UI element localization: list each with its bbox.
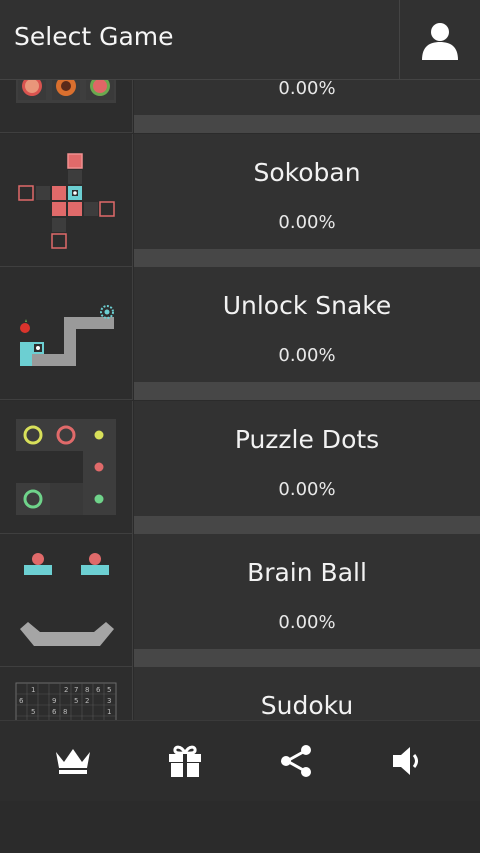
game-thumbnail xyxy=(0,80,133,133)
svg-text:7: 7 xyxy=(74,686,78,694)
sokoban-thumbnail-art xyxy=(18,153,115,249)
game-progress-text: 0.00% xyxy=(278,479,336,500)
sudoku-thumbnail-art: 127 865 695 23 568 1 xyxy=(15,682,117,720)
svg-text:8: 8 xyxy=(63,708,67,716)
svg-text:8: 8 xyxy=(85,686,89,694)
svg-text:2: 2 xyxy=(64,686,68,694)
svg-text:9: 9 xyxy=(52,697,56,705)
game-row-brain-ball[interactable]: Brain Ball 0.00% xyxy=(0,534,480,667)
game-list[interactable]: 0.00% Sokoban 0.00% Unlock Snake 0.00% P… xyxy=(0,80,480,720)
game-progress-bar xyxy=(134,249,480,267)
game-name: Brain Ball xyxy=(247,558,367,587)
gift-button[interactable] xyxy=(145,721,225,801)
game-thumbnail: 127 865 695 23 568 1 xyxy=(0,667,133,720)
game-progress-bar xyxy=(134,516,480,534)
game-row-unlock-snake[interactable]: Unlock Snake 0.00% xyxy=(0,267,480,400)
svg-text:1: 1 xyxy=(107,708,111,716)
svg-text:1: 1 xyxy=(31,686,35,694)
svg-text:2: 2 xyxy=(85,697,89,705)
game-name: Sudoku xyxy=(260,691,354,720)
svg-text:6: 6 xyxy=(96,686,101,694)
svg-text:6: 6 xyxy=(19,697,24,705)
game-row-fruit[interactable]: 0.00% xyxy=(0,80,480,133)
game-row-sokoban[interactable]: Sokoban 0.00% xyxy=(0,134,480,267)
game-thumbnail xyxy=(0,134,133,267)
game-row-puzzle-dots[interactable]: Puzzle Dots 0.00% xyxy=(0,401,480,534)
sound-button[interactable] xyxy=(367,721,447,801)
game-name: Unlock Snake xyxy=(222,291,392,320)
svg-text:5: 5 xyxy=(31,708,35,716)
top-bar: Select Game xyxy=(0,0,480,80)
game-name: Sokoban xyxy=(253,158,361,187)
game-info: Sokoban 0.00% xyxy=(134,134,480,267)
game-info: Puzzle Dots 0.00% xyxy=(134,401,480,534)
svg-text:3: 3 xyxy=(107,697,111,705)
leaderboard-button[interactable] xyxy=(33,721,113,801)
svg-text:5: 5 xyxy=(107,686,111,694)
share-button[interactable] xyxy=(256,721,336,801)
game-info: Unlock Snake 0.00% xyxy=(134,267,480,400)
game-progress-text: 0.00% xyxy=(278,345,336,366)
profile-button[interactable] xyxy=(399,0,480,79)
crown-icon xyxy=(56,749,90,774)
gift-icon xyxy=(169,745,201,777)
game-progress-text: 0.00% xyxy=(278,212,336,233)
game-info: Sudoku xyxy=(134,667,480,720)
game-progress-bar xyxy=(134,382,480,400)
brain-ball-thumbnail-art xyxy=(20,553,114,646)
bottom-nav-bar xyxy=(0,720,480,801)
page-title: Select Game xyxy=(14,22,174,51)
game-progress-text: 0.00% xyxy=(278,612,336,633)
game-progress-text: 0.00% xyxy=(278,80,336,99)
game-thumbnail xyxy=(0,267,133,400)
user-icon xyxy=(422,22,458,60)
game-progress-bar xyxy=(134,115,480,133)
game-info: Brain Ball 0.00% xyxy=(134,534,480,667)
game-thumbnail xyxy=(0,401,133,534)
share-icon xyxy=(281,745,311,777)
game-row-sudoku[interactable]: 127 865 695 23 568 1 Sudoku xyxy=(0,667,480,720)
puzzle-dots-thumbnail-art xyxy=(16,419,116,515)
game-thumbnail xyxy=(0,534,133,667)
speaker-icon xyxy=(393,747,418,775)
game-info: 0.00% xyxy=(134,80,480,133)
unlock-snake-thumbnail-art xyxy=(20,305,114,366)
game-name: Puzzle Dots xyxy=(234,425,380,454)
svg-text:6: 6 xyxy=(52,708,57,716)
game-progress-bar xyxy=(134,649,480,667)
svg-text:5: 5 xyxy=(74,697,78,705)
